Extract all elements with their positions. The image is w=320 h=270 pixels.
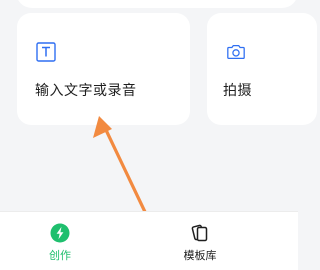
tab-create-label: 创作 [49, 249, 71, 262]
bottom-tab-bar: 创作 模板库 [0, 211, 298, 270]
text-box-icon [36, 42, 56, 62]
text-or-voice-label: 输入文字或录音 [35, 83, 137, 99]
photo-label: 拍摄 [223, 83, 252, 99]
create-bolt-icon [50, 223, 70, 243]
photo-card[interactable]: 拍摄 [207, 13, 317, 125]
tab-create[interactable]: 创作 [20, 212, 100, 270]
template-cards-icon [191, 224, 208, 242]
tab-templates[interactable]: 模板库 [160, 212, 240, 270]
previous-card-edge [16, 0, 298, 8]
camera-icon [227, 45, 245, 59]
text-or-voice-card[interactable]: 输入文字或录音 [17, 13, 190, 125]
tab-templates-label: 模板库 [183, 249, 217, 262]
